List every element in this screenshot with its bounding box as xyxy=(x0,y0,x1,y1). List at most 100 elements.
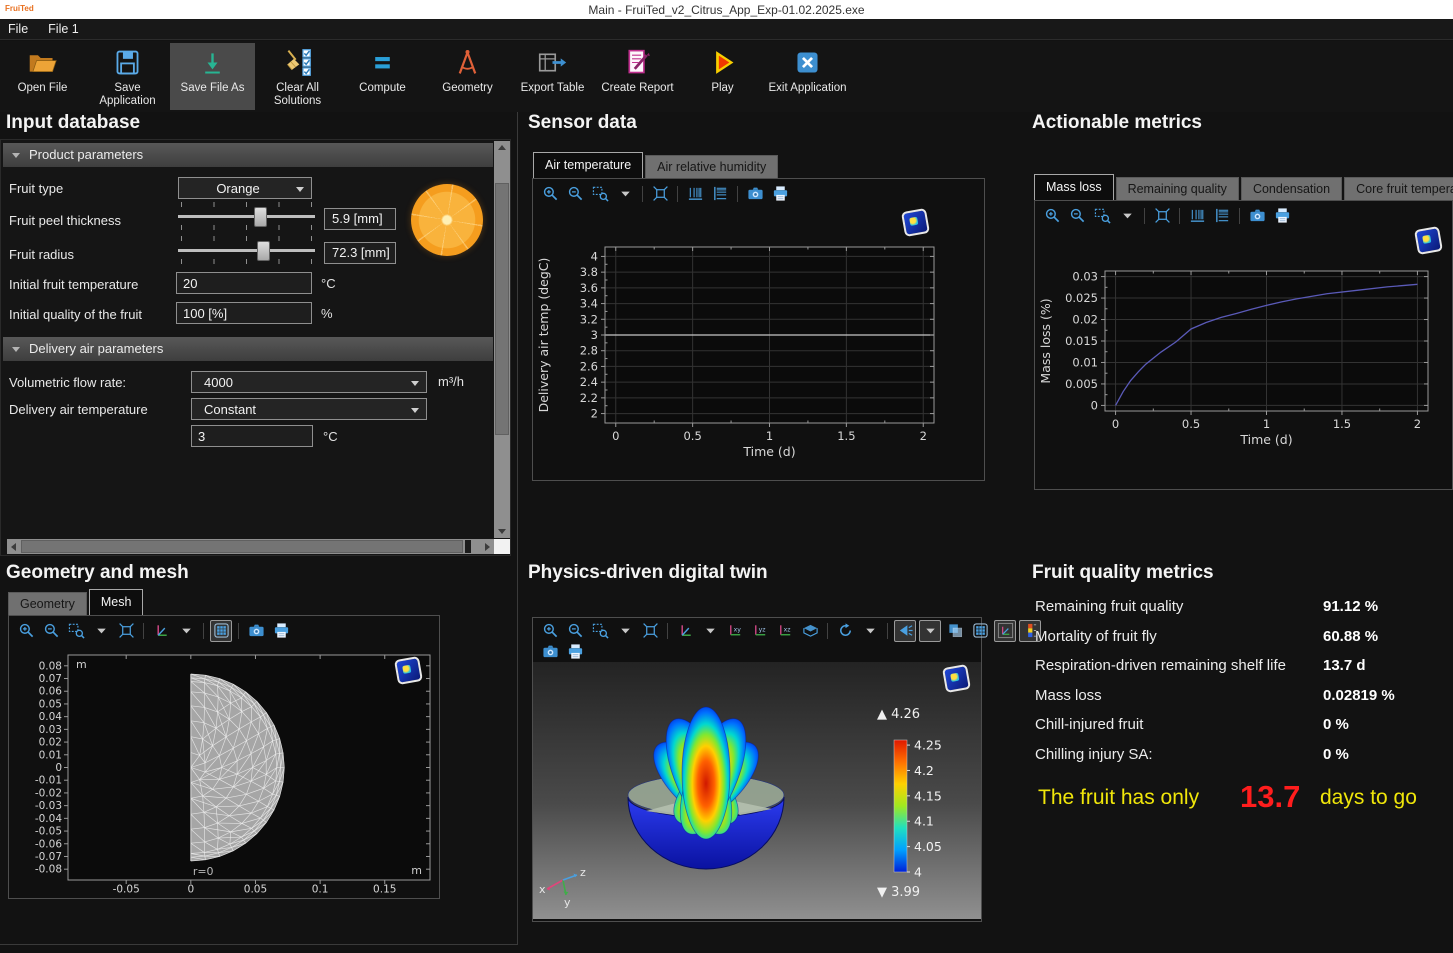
caret-down-icon[interactable] xyxy=(90,620,112,642)
zoom-extents-icon[interactable] xyxy=(649,183,671,205)
perspective-icon[interactable] xyxy=(799,620,821,642)
scroll-down-icon[interactable] xyxy=(498,529,506,534)
fruit-radius-slider[interactable] xyxy=(178,234,315,266)
scrollbar-thumb[interactable] xyxy=(21,540,463,553)
tab-air-relative-humidity[interactable]: Air relative humidity xyxy=(645,155,778,178)
y-log-axis-icon[interactable] xyxy=(709,183,731,205)
slider-handle[interactable] xyxy=(257,241,270,261)
caret-down-icon[interactable] xyxy=(699,620,721,642)
delivery-temp-mode-dropdown[interactable]: Constant xyxy=(191,398,427,420)
delivery-temp-input[interactable] xyxy=(191,425,313,447)
zoom-out-icon[interactable] xyxy=(40,620,62,642)
view-yz-icon[interactable]: yz xyxy=(749,620,771,642)
scroll-left-icon[interactable] xyxy=(11,543,16,551)
caret-down-icon[interactable] xyxy=(1116,205,1138,227)
digital-twin-view[interactable]: 4.254.24.154.14.054▲ 4.26▼ 3.99xyz xyxy=(533,662,981,919)
menu-file-1[interactable]: File 1 xyxy=(48,22,79,36)
print-icon[interactable] xyxy=(270,620,292,642)
menu-file[interactable]: File xyxy=(8,22,28,36)
peel-thickness-slider[interactable] xyxy=(178,200,315,232)
zoom-out-icon[interactable] xyxy=(564,183,586,205)
y-log-axis-icon[interactable] xyxy=(1211,205,1233,227)
print-icon[interactable] xyxy=(1271,205,1293,227)
save-application-button[interactable]: Save Application xyxy=(85,43,170,110)
tab-mesh[interactable]: Mesh xyxy=(89,589,144,615)
caret-down-icon[interactable] xyxy=(859,620,881,642)
caret-down-icon[interactable] xyxy=(175,620,197,642)
mass-loss-chart[interactable]: 00.511.5200.0050.010.0150.020.0250.03Tim… xyxy=(1035,227,1452,489)
compute-button[interactable]: Compute xyxy=(340,43,425,110)
zoom-extents-icon[interactable] xyxy=(115,620,137,642)
slider-track[interactable] xyxy=(178,249,315,252)
zoom-in-icon[interactable] xyxy=(539,183,561,205)
snapshot-icon[interactable] xyxy=(539,641,561,663)
section-product-parameters[interactable]: Product parameters xyxy=(3,143,493,167)
zoom-box-icon[interactable] xyxy=(1091,205,1113,227)
x-log-axis-icon[interactable] xyxy=(684,183,706,205)
grid-icon[interactable] xyxy=(969,620,991,642)
exit-application-button[interactable]: Exit Application xyxy=(765,43,850,110)
snapshot-icon[interactable] xyxy=(1246,205,1268,227)
clear-all-solutions-button[interactable]: Clear All Solutions xyxy=(255,43,340,110)
export-table-button[interactable]: Export Table xyxy=(510,43,595,110)
slider-handle[interactable] xyxy=(254,207,267,227)
snapshot-icon[interactable] xyxy=(744,183,766,205)
metric-value: 91.12 % xyxy=(1323,598,1453,615)
caret-down-icon[interactable] xyxy=(919,620,941,642)
tab-mass-loss[interactable]: Mass loss xyxy=(1034,174,1114,200)
tab-condensation[interactable]: Condensation xyxy=(1241,177,1342,200)
print-icon[interactable] xyxy=(769,183,791,205)
scrollbar-thumb[interactable] xyxy=(495,183,509,435)
grid-icon[interactable] xyxy=(210,620,232,642)
scroll-up-icon[interactable] xyxy=(498,145,506,150)
zoom-extents-icon[interactable] xyxy=(1151,205,1173,227)
play-button[interactable]: Play xyxy=(680,43,765,110)
initial-quality-input[interactable] xyxy=(176,302,312,324)
horizontal-scrollbar[interactable] xyxy=(7,539,494,554)
fruit-type-dropdown[interactable]: Orange xyxy=(178,177,312,199)
initial-temp-input[interactable] xyxy=(176,272,312,294)
zoom-box-icon[interactable] xyxy=(65,620,87,642)
tab-remaining-quality[interactable]: Remaining quality xyxy=(1116,177,1239,200)
tab-geometry[interactable]: Geometry xyxy=(8,592,87,615)
transparency-icon[interactable] xyxy=(944,620,966,642)
zoom-in-icon[interactable] xyxy=(539,620,561,642)
tab-core-fruit-temperature[interactable]: Core fruit temperature xyxy=(1344,177,1453,200)
fruit-radius-value[interactable]: 72.3 [mm] xyxy=(324,242,396,264)
vertical-scrollbar[interactable] xyxy=(494,141,510,538)
axis-orientation-icon[interactable] xyxy=(674,620,696,642)
zoom-box-icon[interactable] xyxy=(589,183,611,205)
zoom-in-icon[interactable] xyxy=(15,620,37,642)
svg-text:2.2: 2.2 xyxy=(580,391,598,405)
svg-text:0.06: 0.06 xyxy=(39,686,63,698)
scrollbar-corner xyxy=(494,539,510,554)
scroll-right-icon[interactable] xyxy=(485,543,490,551)
mesh-plot[interactable]: -0.0500.050.10.150.080.070.060.050.040.0… xyxy=(9,642,439,895)
air-temperature-chart[interactable]: 00.511.5222.22.42.62.833.23.43.63.84Time… xyxy=(533,205,984,479)
slider-track[interactable] xyxy=(178,215,315,218)
create-report-button[interactable]: Create Report xyxy=(595,43,680,110)
zoom-in-icon[interactable] xyxy=(1041,205,1063,227)
view-xy-icon[interactable]: xy xyxy=(724,620,746,642)
geometry-button[interactable]: Geometry xyxy=(425,43,510,110)
tab-air-temperature[interactable]: Air temperature xyxy=(533,152,643,178)
rotate-icon[interactable] xyxy=(834,620,856,642)
axis-orientation-icon[interactable] xyxy=(150,620,172,642)
caret-down-icon[interactable] xyxy=(614,620,636,642)
print-icon[interactable] xyxy=(564,641,586,663)
caret-down-icon[interactable] xyxy=(614,183,636,205)
x-log-axis-icon[interactable] xyxy=(1186,205,1208,227)
axis-triad-toggle-icon[interactable] xyxy=(994,620,1016,642)
open-file-button[interactable]: Open File xyxy=(0,43,85,110)
zoom-out-icon[interactable] xyxy=(1066,205,1088,227)
view-xz-icon[interactable]: xz xyxy=(774,620,796,642)
section-delivery-air-parameters[interactable]: Delivery air parameters xyxy=(3,337,493,361)
scene-light-icon[interactable] xyxy=(894,620,916,642)
peel-thickness-value[interactable]: 5.9 [mm] xyxy=(324,208,396,230)
zoom-extents-icon[interactable] xyxy=(639,620,661,642)
snapshot-icon[interactable] xyxy=(245,620,267,642)
zoom-out-icon[interactable] xyxy=(564,620,586,642)
flow-rate-dropdown[interactable]: 4000 xyxy=(191,371,427,393)
save-file-as-button[interactable]: Save File As xyxy=(170,43,255,110)
zoom-box-icon[interactable] xyxy=(589,620,611,642)
